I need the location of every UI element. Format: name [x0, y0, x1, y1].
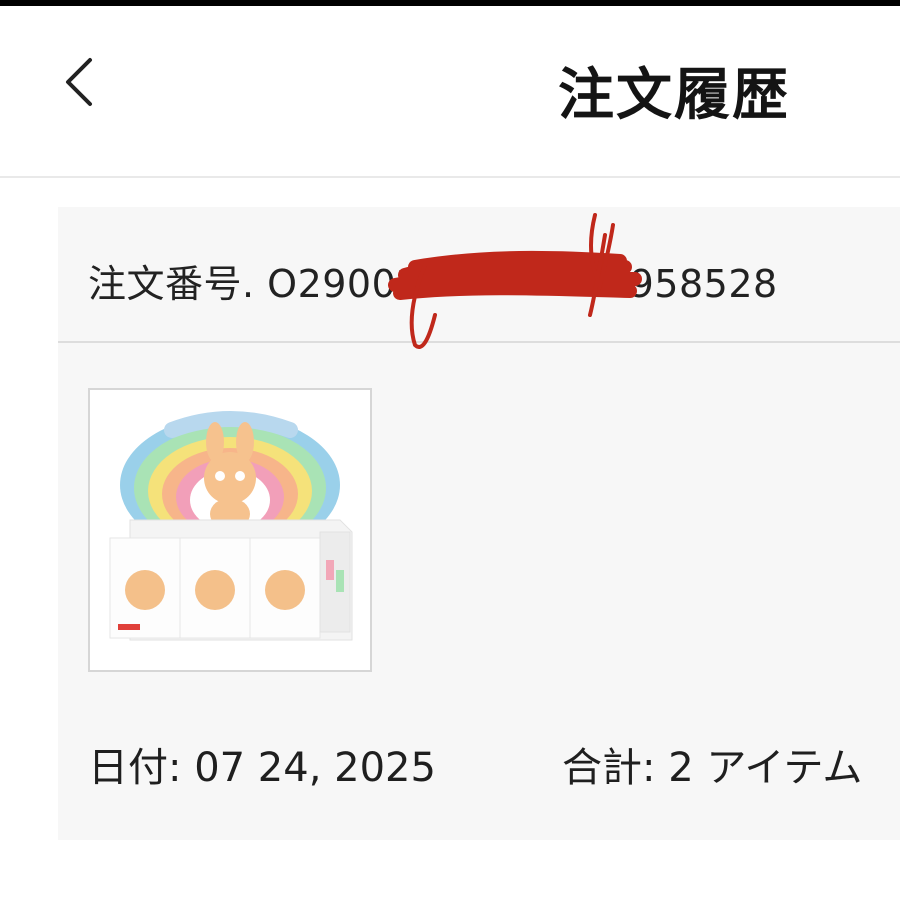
chevron-left-icon — [66, 58, 92, 106]
header-divider — [0, 176, 900, 178]
box-set — [109, 519, 353, 641]
product-thumbnail[interactable] — [88, 388, 372, 672]
order-total: 合計: 2 アイテム — [562, 745, 863, 791]
order-meta-row: 日付: 07 24, 2025 合計: 2 アイテム — [88, 735, 900, 795]
product-image — [90, 390, 370, 670]
redaction-scribble — [385, 205, 645, 365]
app-header: 注文履歴 — [0, 6, 900, 178]
order-date: 日付: 07 24, 2025 — [88, 745, 436, 791]
order-number-prefix: 注文番号. O29002 — [88, 262, 421, 306]
back-button[interactable] — [52, 46, 112, 116]
page-title: 注文履歴 — [558, 63, 790, 128]
